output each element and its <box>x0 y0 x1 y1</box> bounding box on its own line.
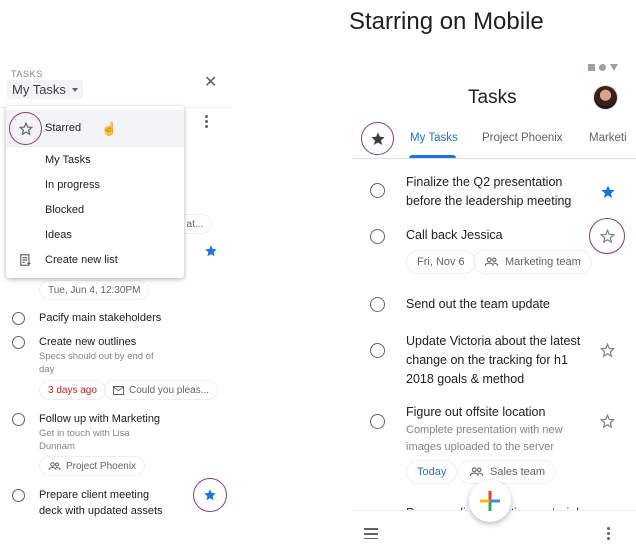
task-note: Complete presentation with new images up… <box>406 422 563 456</box>
group-icon <box>48 461 61 470</box>
task-title[interactable]: Figure out offsite location <box>406 403 545 422</box>
task-title[interactable]: Create new outlines <box>39 334 136 350</box>
title-line: change on the tracking for h1 <box>406 353 568 367</box>
menu-item-starred[interactable]: Starred ☝ <box>6 110 184 146</box>
chip-label: Today <box>417 466 447 478</box>
task-date-chip[interactable]: Tue, Jun 4, 12:30PM <box>39 280 150 300</box>
task-title[interactable]: Finalize the Q2 presentation before the … <box>406 173 571 211</box>
task-title[interactable]: Call back Jessica <box>406 226 503 245</box>
chip-label: Fri, Nov 6 <box>417 256 465 268</box>
menu-icon[interactable] <box>364 528 378 540</box>
status-bar-icons <box>588 64 618 71</box>
page-heading: Starring on Mobile <box>349 8 544 35</box>
star-highlight-ring[interactable] <box>193 478 227 512</box>
task-checkbox[interactable] <box>12 489 25 502</box>
task-checkbox[interactable] <box>370 183 385 198</box>
divider <box>6 146 184 147</box>
list-selector[interactable]: My Tasks <box>7 80 83 99</box>
caret-down-icon <box>71 87 78 92</box>
task-checkbox[interactable] <box>370 229 385 244</box>
star-filled-icon[interactable] <box>204 244 218 263</box>
tasks-section-label: TASKS <box>11 69 43 79</box>
menu-item-in-progress[interactable]: In progress <box>45 179 100 191</box>
title-line: Update Victoria about the latest <box>406 334 581 348</box>
chip-label: Marketing team <box>505 256 581 268</box>
star-highlight-ring <box>9 112 42 145</box>
menu-item-create-new-list[interactable]: Create new list <box>45 254 118 266</box>
star-outline-icon <box>599 228 615 243</box>
title-line: 2018 goals & method <box>406 372 525 386</box>
title-line: Prepare client meeting <box>39 489 150 501</box>
list-chip[interactable]: Marketing team <box>473 250 592 274</box>
list-dropdown-menu: Starred ☝ My Tasks In progress Blocked I… <box>6 106 184 278</box>
task-date-chip[interactable]: Fri, Nov 6 <box>406 250 476 274</box>
chip-label: Sales team <box>490 466 546 478</box>
menu-item-label: Starred <box>45 122 82 134</box>
note-line: day <box>39 364 55 375</box>
list-chip[interactable]: Project Phoenix <box>39 456 146 476</box>
task-title[interactable]: Pacify main stakeholders <box>39 310 161 326</box>
star-highlight-ring[interactable] <box>589 218 625 254</box>
chip-label: Project Phoenix <box>66 460 137 472</box>
task-note: Specs should out by end of day <box>39 350 154 376</box>
title-line: Finalize the Q2 presentation <box>406 175 563 189</box>
task-note: Get in touch with Lisa Dunnam <box>39 427 130 453</box>
playlist-add-icon <box>20 254 31 266</box>
more-vert-icon[interactable] <box>607 527 610 540</box>
chip-label: 3 days ago <box>48 384 97 396</box>
close-icon[interactable]: ✕ <box>204 74 217 92</box>
menu-item-ideas[interactable]: Ideas <box>45 229 72 241</box>
star-outline-icon[interactable] <box>600 414 615 429</box>
more-vert-icon[interactable] <box>205 115 208 128</box>
tab-my-tasks[interactable]: My Tasks <box>410 132 458 144</box>
group-icon <box>469 467 484 476</box>
task-title[interactable]: Prepare client meeting deck with updated… <box>39 487 163 519</box>
task-title[interactable]: Update Victoria about the latest change … <box>406 332 580 389</box>
starred-tab[interactable] <box>361 122 394 155</box>
mail-icon <box>113 385 124 395</box>
task-checkbox[interactable] <box>370 343 385 358</box>
hand-cursor-icon: ☝ <box>101 121 118 136</box>
task-checkbox[interactable] <box>370 414 385 429</box>
title-line: deck with updated assets <box>39 505 163 517</box>
menu-item-blocked[interactable]: Blocked <box>45 204 84 216</box>
task-checkbox[interactable] <box>12 336 25 349</box>
task-checkbox[interactable] <box>370 297 385 312</box>
star-outline-icon[interactable] <box>600 343 615 358</box>
menu-item-my-tasks[interactable]: My Tasks <box>45 154 91 166</box>
note-line: images uploaded to the server <box>406 441 554 453</box>
task-title[interactable]: Follow up with Marketing <box>39 411 160 427</box>
avatar[interactable] <box>593 85 618 110</box>
tab-marketing[interactable]: Marketi <box>589 132 627 144</box>
desktop-tasks-panel: TASKS My Tasks ✕ t at... Tue, Jun 4, 12:… <box>0 0 240 554</box>
current-list-label: My Tasks <box>12 82 66 97</box>
task-checkbox[interactable] <box>12 413 25 426</box>
status-square-icon <box>588 64 595 71</box>
star-filled-icon <box>204 489 216 501</box>
chip-label: Could you pleas... <box>129 384 210 396</box>
note-line: Dunnam <box>39 441 75 452</box>
app-title: Tasks <box>468 87 517 108</box>
due-date-chip[interactable]: Today <box>406 460 458 484</box>
chip-label: Tue, Jun 4, 12:30PM <box>48 284 141 296</box>
email-chip[interactable]: Could you pleas... <box>104 380 219 400</box>
task-title[interactable]: Send out the team update <box>406 295 550 314</box>
add-task-button[interactable] <box>469 480 511 522</box>
group-icon <box>484 257 499 266</box>
plus-icon <box>480 491 500 511</box>
task-checkbox[interactable] <box>12 312 25 325</box>
status-circle-icon <box>599 64 606 71</box>
list-chip[interactable]: Sales team <box>458 460 557 484</box>
tab-project-phoenix[interactable]: Project Phoenix <box>482 132 563 144</box>
note-line: Get in touch with Lisa <box>39 428 130 439</box>
status-triangle-icon <box>610 64 618 71</box>
note-line: Specs should out by end of <box>39 351 154 362</box>
title-line: before the leadership meeting <box>406 194 572 208</box>
star-outline-icon <box>18 121 33 135</box>
divider <box>352 158 636 159</box>
star-filled-icon[interactable] <box>600 184 616 200</box>
star-filled-icon <box>370 131 385 145</box>
note-line: Complete presentation with new <box>406 424 563 436</box>
due-date-chip[interactable]: 3 days ago <box>39 380 106 400</box>
